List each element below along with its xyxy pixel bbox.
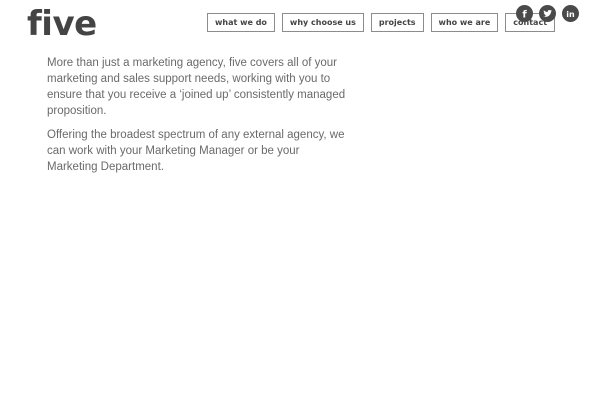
facebook-icon[interactable]: f — [516, 5, 533, 22]
twitter-icon[interactable] — [539, 5, 556, 22]
intro-content: More than just a marketing agency, five … — [47, 55, 347, 183]
nav-projects[interactable]: projects — [370, 13, 424, 32]
social-links: f in — [516, 5, 579, 22]
svg-text:f: f — [522, 10, 527, 21]
nav-why-choose-us[interactable]: why choose us — [281, 13, 364, 32]
site-logo[interactable]: five — [27, 2, 97, 46]
nav-what-we-do[interactable]: what we do — [207, 13, 275, 32]
main-nav: what we do why choose us projects who we… — [207, 13, 556, 32]
nav-who-we-are[interactable]: who we are — [430, 13, 499, 32]
svg-text:in: in — [566, 10, 575, 19]
linkedin-icon[interactable]: in — [562, 5, 579, 22]
intro-paragraph: More than just a marketing agency, five … — [47, 57, 346, 117]
intro-paragraph: Offering the broadest spectrum of any ex… — [47, 129, 345, 173]
